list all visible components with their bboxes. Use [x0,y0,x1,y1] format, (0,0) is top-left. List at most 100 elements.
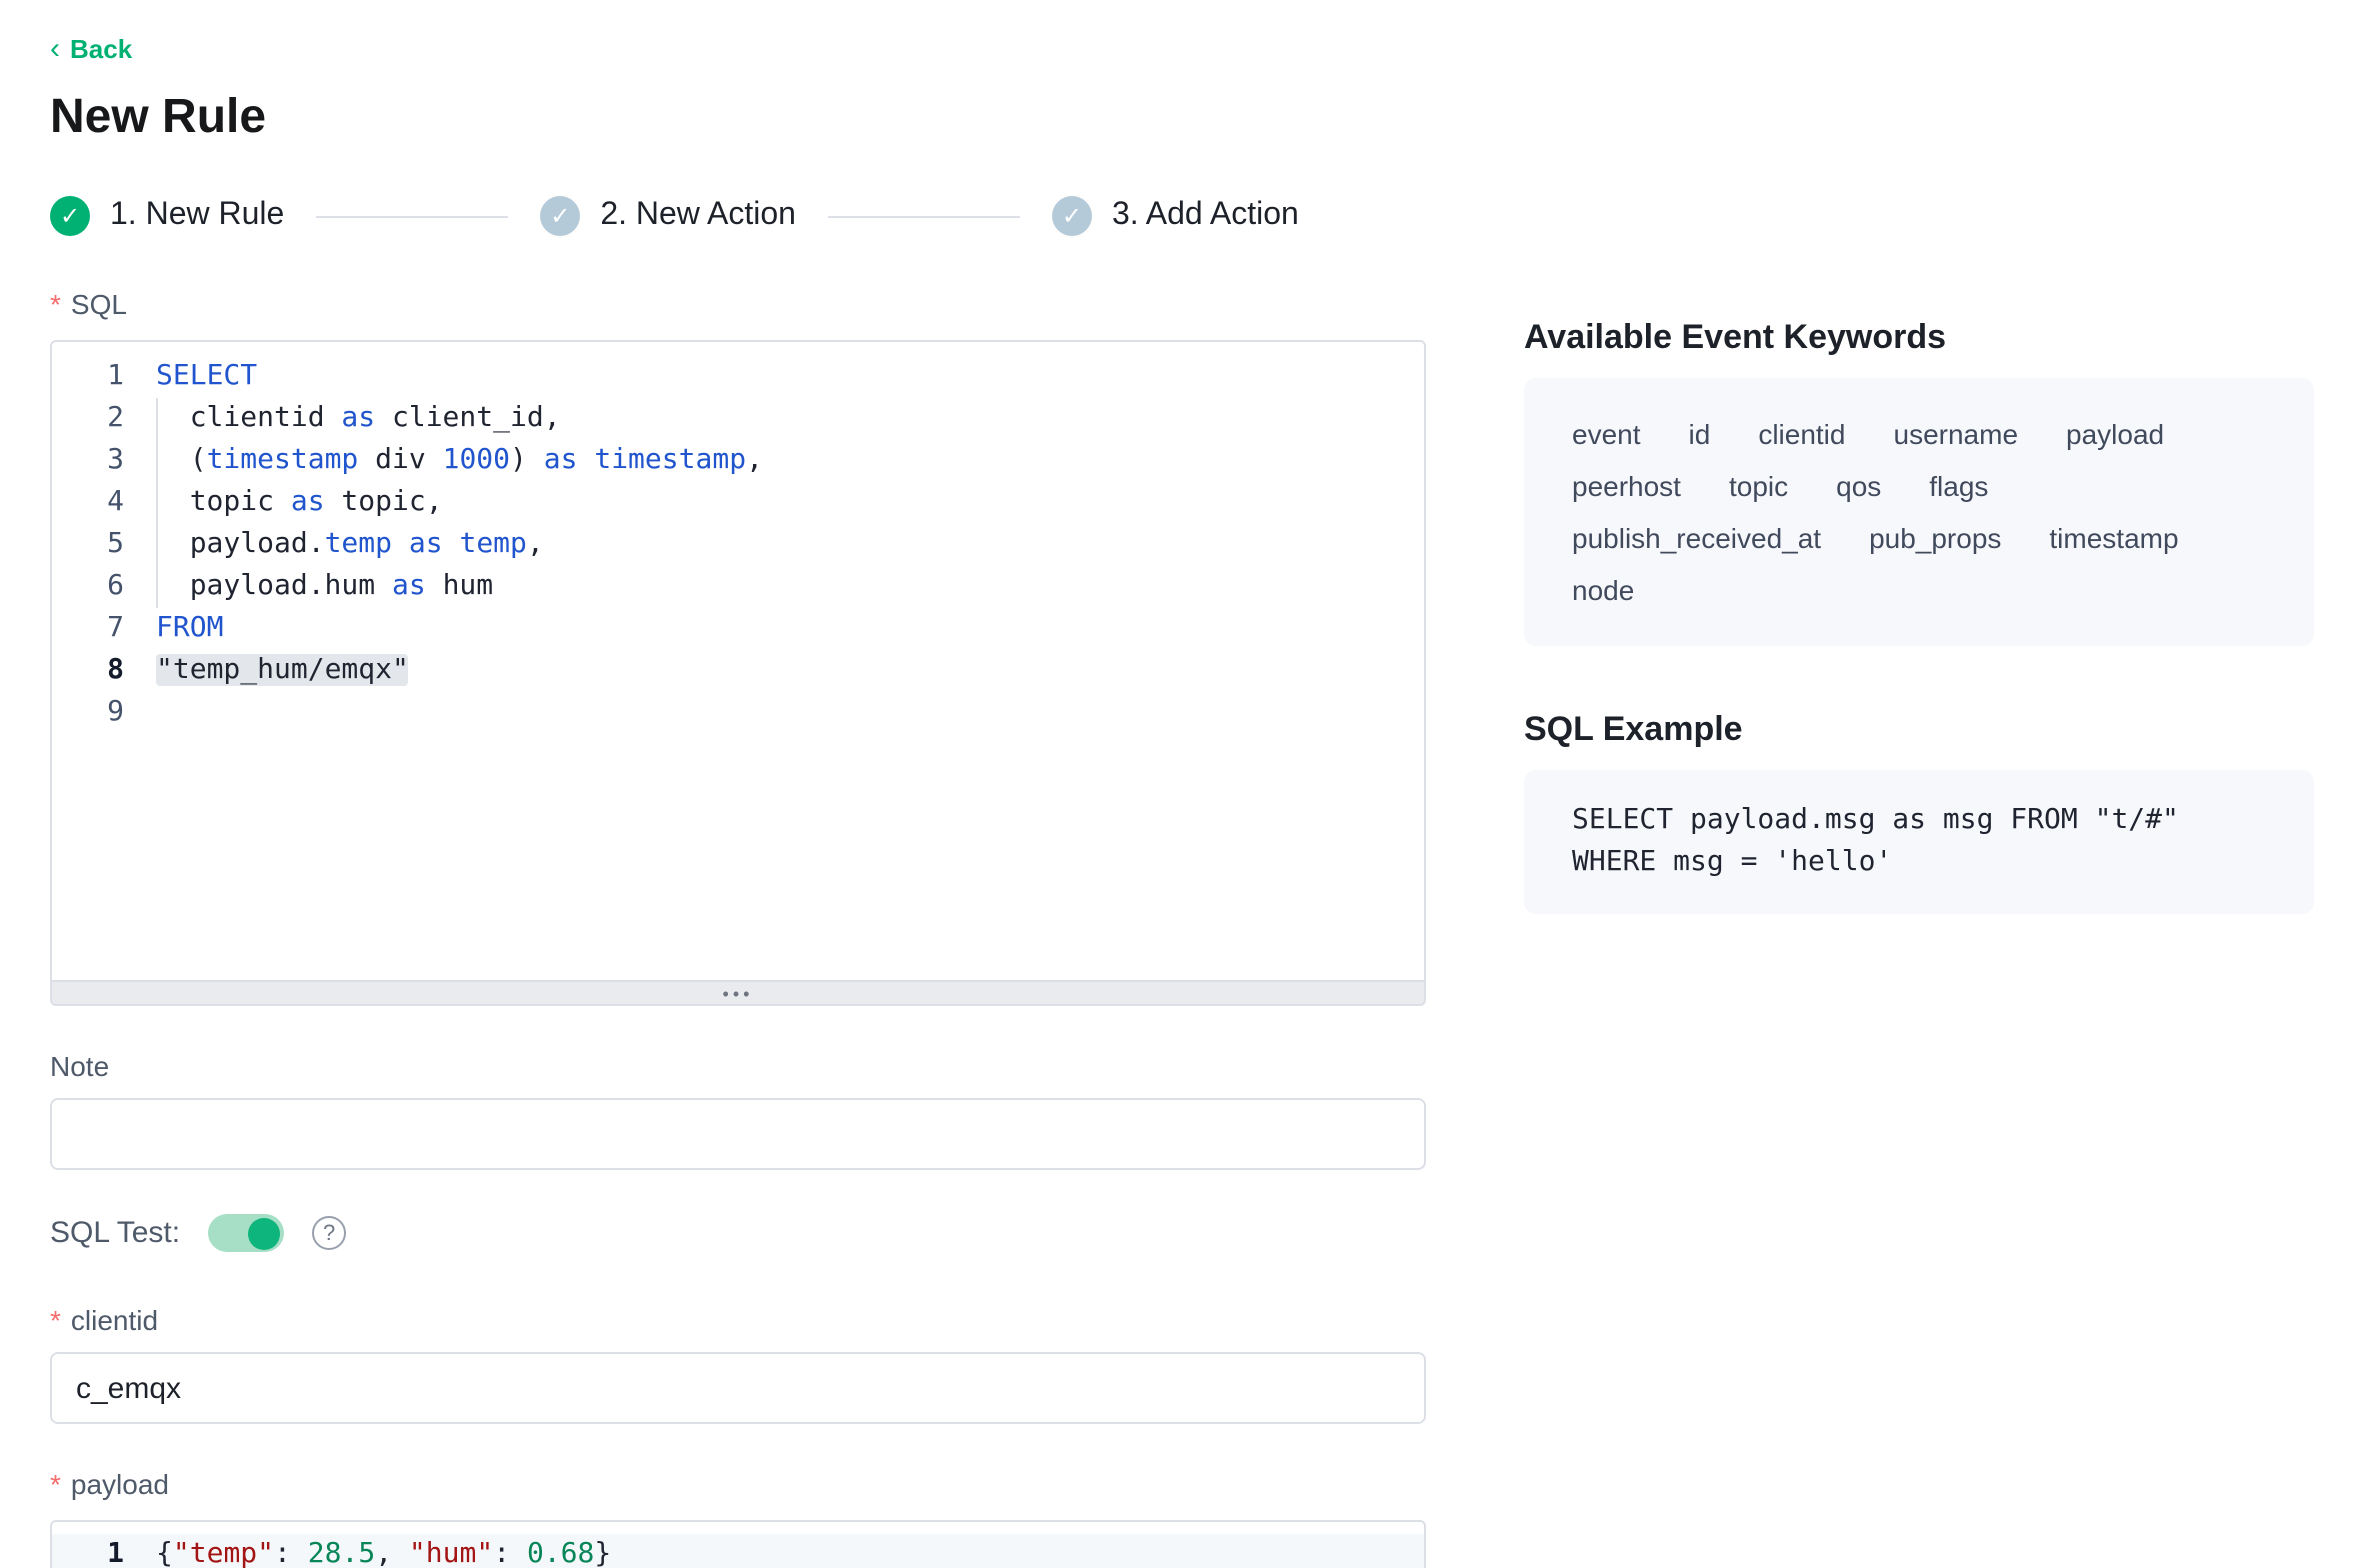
step-item-2[interactable]: ✓2. New Action [540,196,796,236]
code-line: 5payload.temp as temp, [52,524,1424,566]
code-token: 28.5 [308,1538,375,1568]
sql-example-box: SELECT payload.msg as msg FROM "t/#"WHER… [1524,770,2314,914]
event-keyword: node [1572,574,1634,606]
event-keyword: qos [1836,470,1881,502]
back-button[interactable]: ‹ Back [50,34,132,64]
code-line: 3(timestamp div 1000) as timestamp, [52,440,1424,482]
code-token: temp [325,528,392,560]
code-token: as [409,528,443,560]
sql-code-editor[interactable]: 1SELECT2clientid as client_id,3(timestam… [50,340,1426,982]
clientid-label-text: clientid [71,1304,158,1336]
step-item-1[interactable]: ✓1. New Rule [50,196,284,236]
code-content: topic as topic, [124,482,443,524]
code-token: as [392,570,426,602]
step-label: 1. New Rule [110,198,284,234]
code-line: 4topic as topic, [52,482,1424,524]
payload-code-editor[interactable]: 1{"temp": 28.5, "hum": 0.68} [50,1520,1426,1568]
code-token: topic, [325,486,443,518]
event-keyword: clientid [1758,418,1845,450]
line-number: 7 [52,608,124,650]
line-number: 8 [52,650,124,692]
line-number: 1 [52,356,124,398]
step-label: 2. New Action [600,198,796,234]
sql-label-text: SQL [71,288,127,320]
line-number: 6 [52,566,124,608]
code-token: , [527,528,544,560]
clientid-field-label: * clientid [50,1304,1426,1336]
sql-example-line: WHERE msg = 'hello' [1572,842,2266,884]
required-marker: * [50,1304,61,1336]
step-item-3[interactable]: ✓3. Add Action [1052,196,1299,236]
code-token: clientid [190,402,342,434]
code-content: {"temp": 28.5, "hum": 0.68} [124,1534,611,1568]
code-token: temp [459,528,526,560]
code-token: , [746,444,763,476]
code-token [577,444,594,476]
code-token: } [594,1538,611,1568]
indent-guide-icon [156,398,190,440]
code-line: 8"temp_hum/emqx" [52,650,1424,692]
code-line: 1 SELECT [52,356,1424,398]
code-token: topic [190,486,291,518]
page-title: New Rule [50,88,1426,148]
code-token: ( [190,444,207,476]
code-token: "temp" [173,1538,274,1568]
code-line: 6payload.hum as hum [52,566,1424,608]
toggle-knob [248,1217,280,1249]
event-keyword: pub_props [1869,522,2001,554]
help-glyph: ? [323,1221,335,1245]
event-keyword: publish_received_at [1572,522,1821,554]
code-content: FROM [124,608,223,650]
code-token: FROM [156,612,223,644]
code-token: timestamp [207,444,359,476]
step-label: 3. Add Action [1112,198,1299,234]
code-token: 0.68 [527,1538,594,1568]
rule-form-column: ‹ Back New Rule ✓1. New Rule ✓2. New Acti… [50,32,1426,1568]
code-token: as [291,486,325,518]
code-token: timestamp [594,444,746,476]
back-label: Back [70,34,132,64]
help-icon[interactable]: ? [312,1216,346,1250]
event-keyword: payload [2066,418,2164,450]
event-keyword: peerhost [1572,470,1681,502]
sql-test-toggle[interactable] [208,1214,284,1252]
code-line: 1{"temp": 28.5, "hum": 0.68} [52,1534,1424,1568]
code-token: client_id, [375,402,560,434]
code-token [443,528,460,560]
sql-example-line: SELECT payload.msg as msg FROM "t/#" [1572,800,2266,842]
code-token: SELECT [156,360,257,392]
indent-guide-icon [156,566,190,608]
page-layout: ‹ Back New Rule ✓1. New Rule ✓2. New Acti… [0,0,2356,1568]
code-token: ) [510,444,544,476]
code-content [124,692,156,734]
code-line: 7 FROM [52,608,1424,650]
line-number: 5 [52,524,124,566]
code-content: clientid as client_id, [124,398,561,440]
code-token: { [156,1538,173,1568]
keywords-title: Available Event Keywords [1524,318,2314,358]
indent-guide-icon [156,482,190,524]
code-token: as [544,444,578,476]
steps: ✓1. New Rule ✓2. New Action ✓3. Add Action [50,196,1426,236]
code-token: : [493,1538,527,1568]
line-number: 3 [52,440,124,482]
keywords-box: eventidclientidusernamepayloadpeerhostto… [1524,378,2314,646]
editor-resize-handle[interactable]: ••• [50,982,1426,1006]
note-input[interactable] [50,1098,1426,1170]
clientid-input[interactable] [50,1352,1426,1424]
resize-dots-icon: ••• [723,987,754,999]
code-content: SELECT [124,356,257,398]
code-token: , [375,1538,409,1568]
required-marker: * [50,1468,61,1500]
code-token: hum [426,570,493,602]
sql-test-row: SQL Test: ? [50,1214,1426,1252]
code-token: "hum" [409,1538,493,1568]
step-separator [828,215,1020,217]
event-keyword: username [1894,418,2019,450]
code-content: "temp_hum/emqx" [124,650,409,692]
sql-field-label: * SQL [50,288,1426,320]
code-token: payload.hum [190,570,392,602]
line-number: 9 [52,692,124,734]
payload-field-label: * payload [50,1468,1426,1500]
code-content: payload.hum as hum [124,566,493,608]
